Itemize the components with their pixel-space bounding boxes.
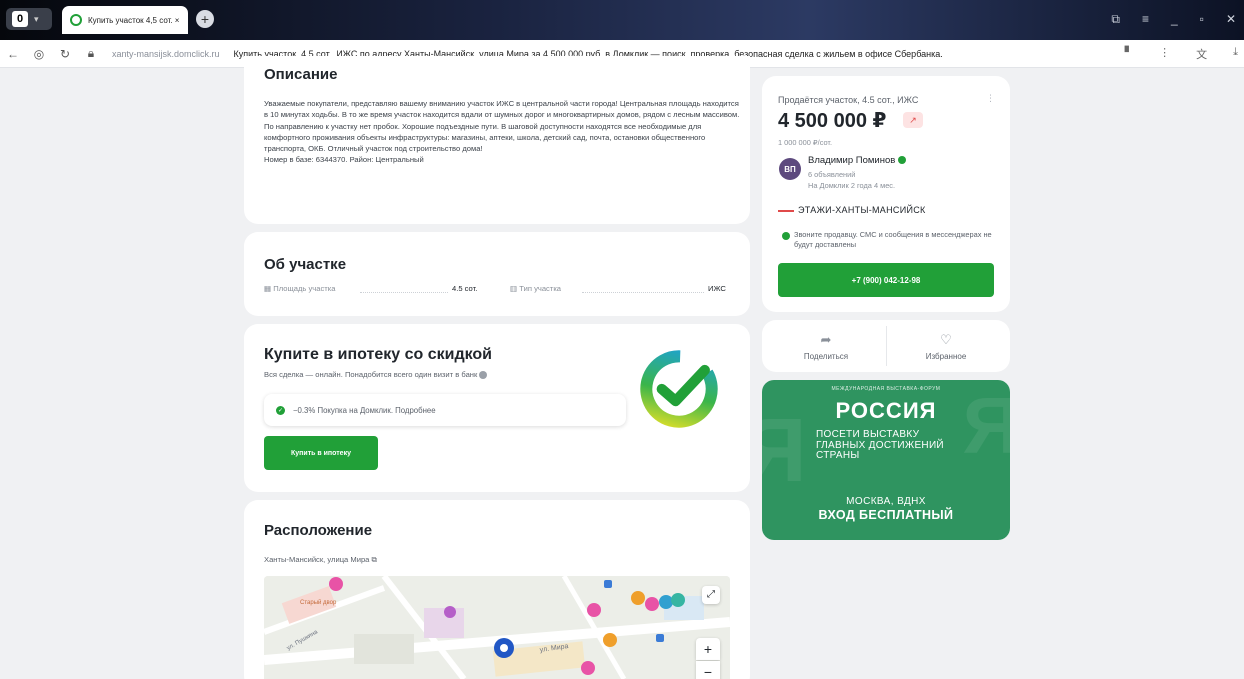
url-host[interactable]: xanty-mansijsk.domclick.ru: [112, 49, 220, 59]
map-zoom-out-button[interactable]: −: [696, 661, 720, 679]
map-zoom-in-button[interactable]: +: [696, 638, 720, 660]
offer-price: 4 500 000 ₽: [778, 110, 887, 132]
browser-menu-button[interactable]: 0 ▾: [6, 8, 52, 30]
favicon-icon: [70, 14, 82, 26]
price-per-sotka: 1 000 000 ₽/сот.: [778, 138, 833, 147]
heart-icon: ♡: [940, 332, 952, 347]
type-value: ИЖС: [708, 284, 726, 293]
lock-icon[interactable]: 🔒︎: [78, 46, 104, 61]
info-icon[interactable]: [479, 371, 488, 379]
description-text: Уважаемые покупатели, представляю вашему…: [264, 98, 740, 166]
type-label: ▥ Тип участка: [510, 284, 562, 293]
window-controls: ⧉ ≡ _ ▫ ✕: [1111, 12, 1236, 27]
copy-icon[interactable]: ⧉: [372, 555, 377, 564]
mortgage-title: Купите в ипотеку со скидкой: [264, 346, 493, 363]
tab-title: Купить участок 4,5 сот. ×: [88, 15, 180, 25]
maximize-icon[interactable]: ▫: [1200, 12, 1204, 27]
bookmarks-icon[interactable]: ⧉: [1111, 12, 1120, 27]
description-body: Уважаемые покупатели, представляю вашему…: [264, 99, 740, 154]
sber-logo-icon: [640, 350, 718, 428]
ad-banner[interactable]: Я Я МЕЖДУНАРОДНАЯ ВЫСТАВКА-ФОРУМ РОССИЯ …: [762, 380, 1010, 540]
translate-icon[interactable]: 文: [1196, 46, 1207, 62]
share-button[interactable]: ➦ Поделиться: [766, 322, 886, 372]
minimize-icon[interactable]: _: [1171, 12, 1178, 27]
check-icon: ✓: [276, 405, 285, 415]
location-title: Расположение: [264, 522, 373, 539]
back-arrow-icon[interactable]: ←: [0, 47, 26, 61]
verified-icon: [898, 156, 907, 165]
more-icon[interactable]: ⋮: [1159, 46, 1170, 62]
about-card: [244, 232, 750, 316]
area-value: 4.5 сот.: [452, 284, 478, 293]
mortgage-button[interactable]: Купить в ипотеку: [264, 436, 378, 470]
bookmark-icon[interactable]: ▘: [1125, 46, 1133, 62]
close-icon[interactable]: ✕: [1226, 12, 1236, 27]
phone-button[interactable]: +7 (900) 042-12-98: [778, 263, 994, 297]
seller-ads-count[interactable]: 6 объявлений: [808, 170, 855, 179]
shield-check-icon: [782, 232, 790, 240]
seller-since: На Домклик 2 года 4 мес.: [808, 181, 896, 190]
location-address: Ханты-Мансийск, улица Мира ⧉: [264, 555, 377, 564]
download-icon[interactable]: ⤓: [1233, 46, 1238, 62]
banner-headline: ПОСЕТИ ВЫСТАВКУ ГЛАВНЫХ ДОСТИЖЕНИЙ СТРАН…: [816, 429, 944, 461]
mortgage-discount-box[interactable]: ✓ −0.3% Покупка на Домклик. Подробнее: [264, 394, 626, 426]
call-notice: Звоните продавцу. СМС и сообщения в месс…: [782, 230, 992, 250]
reload-icon[interactable]: ↻: [52, 47, 78, 61]
mortgage-subtitle: Вся сделка — онлайн. Понадобится всего о…: [264, 370, 488, 379]
browser-tab-bar: 0 ▾ Купить участок 4,5 сот. × + ⧉ ≡ _ ▫ …: [0, 0, 1244, 40]
banner-top-text: МЕЖДУНАРОДНАЯ ВЫСТАВКА-ФОРУМ: [831, 386, 941, 392]
price-history-icon[interactable]: ↗: [903, 112, 923, 128]
agency-name[interactable]: ЭТАЖИ-ХАНТЫ-МАНСИЙСК: [778, 205, 926, 215]
banner-city: МОСКВА, ВДНХ: [846, 496, 926, 507]
about-title: Об участке: [264, 256, 347, 273]
shield-icon[interactable]: ◎: [26, 47, 52, 61]
map-canvas[interactable]: Старый двор ул. Пушкина ул. Мира: [264, 576, 730, 679]
location-map[interactable]: Старый двор ул. Пушкина ул. Мира ⤢ + −: [264, 576, 730, 679]
banner-decoration: Я: [962, 381, 1011, 470]
mortgage-discount-text: −0.3% Покупка на Домклик. Подробнее: [293, 405, 436, 415]
share-icon: ➦: [820, 332, 832, 347]
tab-count-badge: 0: [12, 11, 28, 27]
chevron-down-icon: ▾: [34, 13, 39, 24]
svg-text:Старый двор: Старый двор: [300, 599, 337, 606]
favorite-button[interactable]: ♡ Избранное: [886, 322, 1006, 372]
offer-title: Продаётся участок, 4.5 сот., ИЖС: [778, 95, 919, 105]
map-fullscreen-button[interactable]: ⤢: [702, 586, 720, 604]
area-label: ▦ Площадь участка: [264, 284, 336, 293]
description-title: Описание: [264, 66, 338, 83]
agency-logo-icon: [778, 209, 794, 212]
new-tab-button[interactable]: +: [196, 10, 214, 28]
seller-name[interactable]: Владимир Поминов: [808, 155, 907, 166]
browser-tab-active[interactable]: Купить участок 4,5 сот. ×: [62, 6, 188, 34]
banner-free-entry: ВХОД БЕСПЛАТНЫЙ: [818, 508, 954, 522]
seller-avatar[interactable]: ВП: [779, 158, 801, 180]
description-base-number: Номер в базе: 6344370. Район: Центральны…: [264, 155, 424, 165]
offer-more-icon[interactable]: ⋮: [986, 93, 995, 104]
banner-logo: РОССИЯ: [835, 398, 937, 423]
menu-icon[interactable]: ≡: [1142, 12, 1149, 27]
